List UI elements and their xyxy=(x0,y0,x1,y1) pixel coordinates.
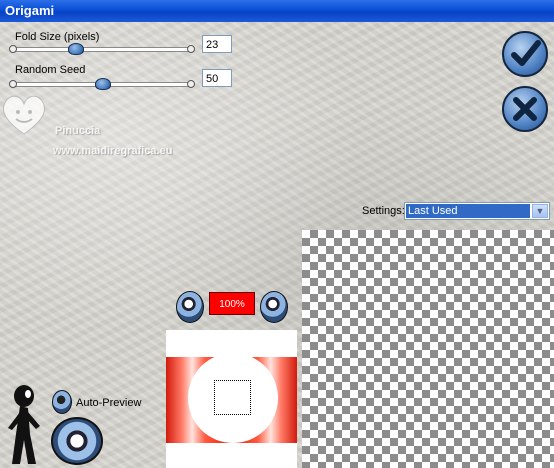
settings-dropdown[interactable]: Last Used ▼ xyxy=(404,202,550,220)
fold-size-label: Fold Size (pixels) xyxy=(15,31,100,43)
zoom-level: 100% xyxy=(209,292,255,315)
window-title: Origami xyxy=(5,3,55,18)
cancel-button[interactable] xyxy=(502,86,548,132)
title-bar: Origami xyxy=(0,0,554,22)
settings-selected-value: Last Used xyxy=(406,204,530,218)
watermark-url: www.maidiregrafica.eu xyxy=(53,145,173,157)
checkmark-icon xyxy=(511,40,541,66)
slider-end-right xyxy=(187,80,195,88)
eye-preview-icon[interactable] xyxy=(51,417,103,465)
fold-size-input[interactable]: 23 xyxy=(202,35,232,53)
random-seed-slider-thumb[interactable] xyxy=(95,78,111,90)
fold-size-slider-thumb[interactable] xyxy=(68,43,84,55)
mascot-figure-icon xyxy=(8,385,40,464)
zoom-in-icon[interactable] xyxy=(260,291,288,323)
auto-preview-label: Auto-Preview xyxy=(76,397,142,409)
fold-size-slider[interactable] xyxy=(9,43,195,55)
settings-label: Settings: xyxy=(362,205,405,217)
watermark-name: Pinuccia xyxy=(55,125,101,137)
random-seed-input[interactable]: 50 xyxy=(202,69,232,87)
random-seed-label: Random Seed xyxy=(15,64,86,76)
source-preview[interactable] xyxy=(166,330,297,468)
origami-dialog: Origami Fold Size (pixels) 23 Random See… xyxy=(0,0,554,468)
ok-button[interactable] xyxy=(502,31,548,77)
result-preview-area[interactable] xyxy=(302,230,554,468)
slider-end-left xyxy=(9,45,17,53)
preview-selection-box[interactable] xyxy=(214,380,251,415)
chevron-down-icon[interactable]: ▼ xyxy=(532,204,548,218)
heart-logo-icon xyxy=(2,95,46,135)
slider-end-left xyxy=(9,80,17,88)
slider-end-right xyxy=(187,45,195,53)
zoom-out-icon[interactable] xyxy=(176,291,204,323)
cancel-x-icon xyxy=(513,97,537,121)
random-seed-slider[interactable] xyxy=(9,78,195,90)
auto-preview-toggle[interactable] xyxy=(52,390,72,414)
